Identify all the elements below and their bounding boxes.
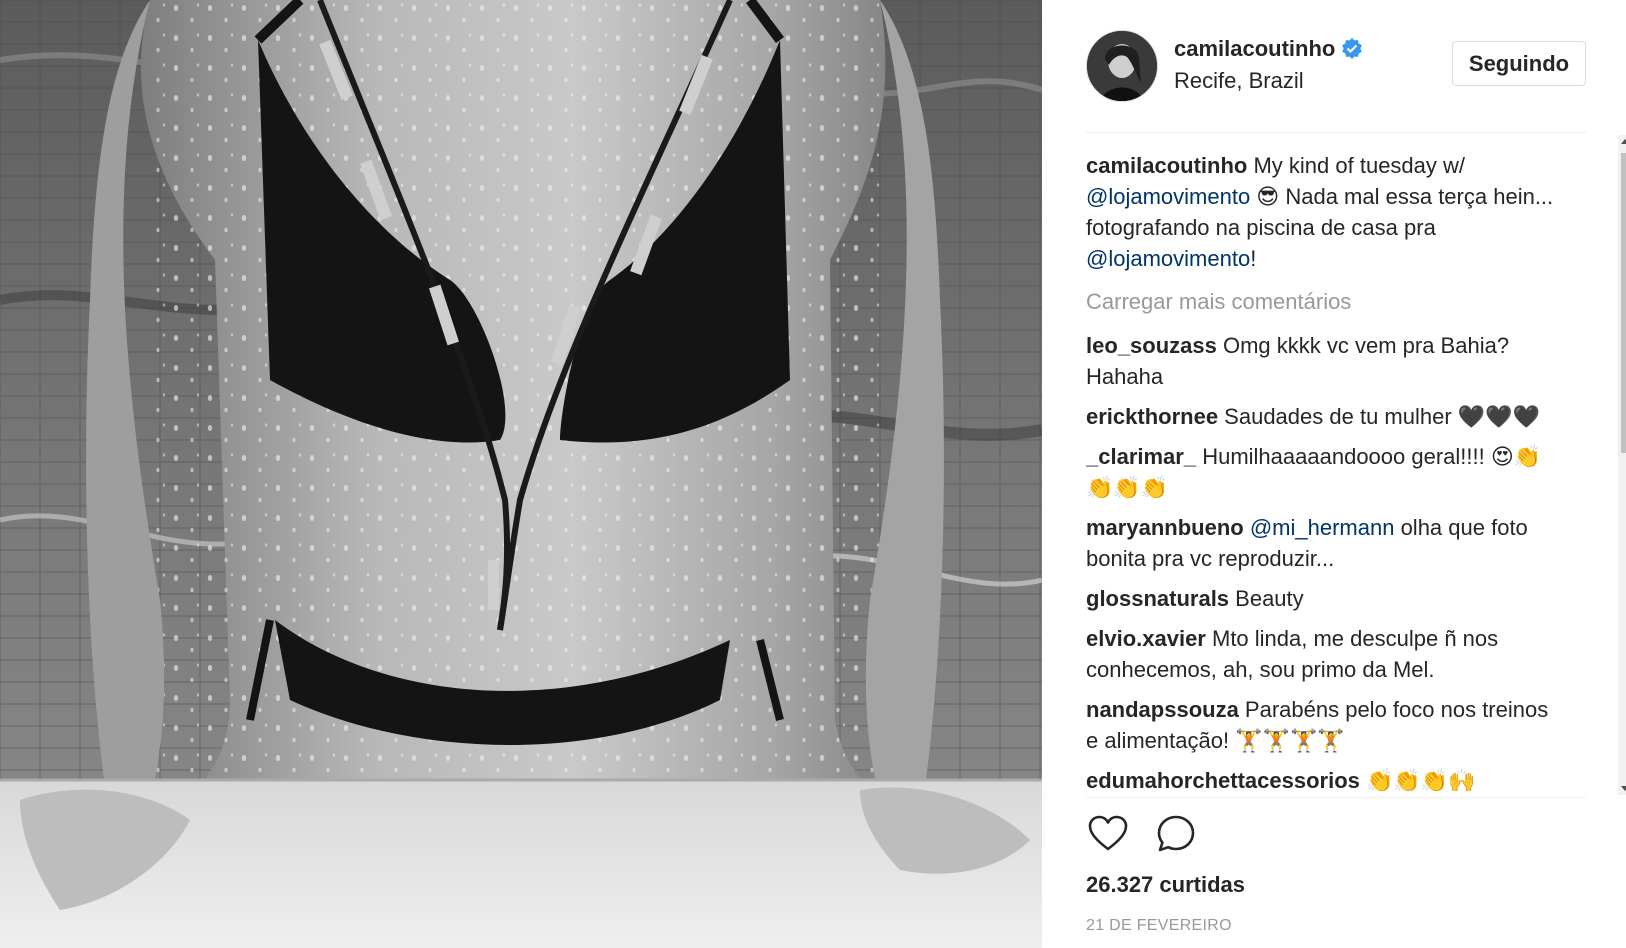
scroll-down-arrow-icon[interactable] (1621, 786, 1626, 791)
comment-item: maryannbueno @mi_hermann olha que foto b… (1086, 512, 1556, 574)
likes-count[interactable]: 26.327 curtidas (1086, 872, 1245, 898)
load-more-comments-link[interactable]: Carregar mais comentários (1086, 286, 1556, 317)
following-button[interactable]: Seguindo (1452, 41, 1586, 86)
comments-scrollbar[interactable] (1618, 135, 1626, 795)
comment-text: Saudades de tu mulher 🖤🖤🖤 (1218, 404, 1540, 429)
caption-username[interactable]: camilacoutinho (1086, 153, 1247, 178)
comment-username[interactable]: erickthornee (1086, 404, 1218, 429)
post-author: camilacoutinho Recife, Brazil (1174, 36, 1363, 94)
avatar-image (1087, 31, 1157, 101)
comments-divider (1086, 797, 1586, 798)
comment-item: _clarimar_ Humilhaaaaandoooo geral!!!! 😍… (1086, 441, 1556, 503)
scrollbar-thumb[interactable] (1621, 153, 1626, 453)
caption-text: ! (1250, 246, 1257, 271)
comment-item: elvio.xavier Mto linda, me desculpe ñ no… (1086, 623, 1556, 685)
comment-item: nandapssouza Parabéns pelo foco nos trei… (1086, 694, 1556, 756)
comment-text: Beauty (1229, 586, 1304, 611)
comment-item: edumahorchettacessorios 👏👏👏🙌 (1086, 765, 1556, 795)
author-username[interactable]: camilacoutinho (1174, 36, 1335, 62)
comment-item: erickthornee Saudades de tu mulher 🖤🖤🖤 (1086, 401, 1556, 432)
caption-mention[interactable]: @lojamovimento (1086, 184, 1250, 209)
post-caption: camilacoutinho My kind of tuesday w/ @lo… (1086, 150, 1556, 274)
comments-list: camilacoutinho My kind of tuesday w/ @lo… (1086, 150, 1556, 795)
comment-username[interactable]: elvio.xavier (1086, 626, 1206, 651)
comment-username[interactable]: edumahorchettacessorios (1086, 768, 1360, 793)
comment-item: glossnaturals Beauty (1086, 583, 1556, 614)
comment-username[interactable]: maryannbueno (1086, 515, 1244, 540)
avatar[interactable] (1086, 30, 1158, 102)
post-date[interactable]: 21 DE FEVEREIRO (1086, 917, 1232, 935)
verified-badge-icon (1341, 37, 1363, 59)
caption-mention[interactable]: @lojamovimento (1086, 246, 1250, 271)
caption-text: My kind of tuesday w/ (1247, 153, 1466, 178)
post-photo[interactable] (0, 0, 1042, 948)
comment-mention[interactable]: @mi_hermann (1250, 515, 1395, 540)
comment-icon[interactable] (1154, 812, 1198, 856)
heart-icon[interactable] (1086, 812, 1130, 856)
comment-username[interactable]: glossnaturals (1086, 586, 1229, 611)
comment-username[interactable]: nandapssouza (1086, 697, 1239, 722)
comment-username[interactable]: _clarimar_ (1086, 444, 1196, 469)
post-location[interactable]: Recife, Brazil (1174, 68, 1363, 94)
photo-illustration (0, 0, 1042, 948)
post-sidebar: camilacoutinho Recife, Brazil Seguindo c… (1042, 0, 1626, 948)
comment-item: leo_souzass Omg kkkk vc vem pra Bahia? H… (1086, 330, 1556, 392)
comment-username[interactable]: leo_souzass (1086, 333, 1217, 358)
header-divider (1086, 132, 1586, 133)
comment-text: 👏👏👏🙌 (1359, 768, 1476, 793)
scroll-up-arrow-icon[interactable] (1621, 139, 1626, 144)
